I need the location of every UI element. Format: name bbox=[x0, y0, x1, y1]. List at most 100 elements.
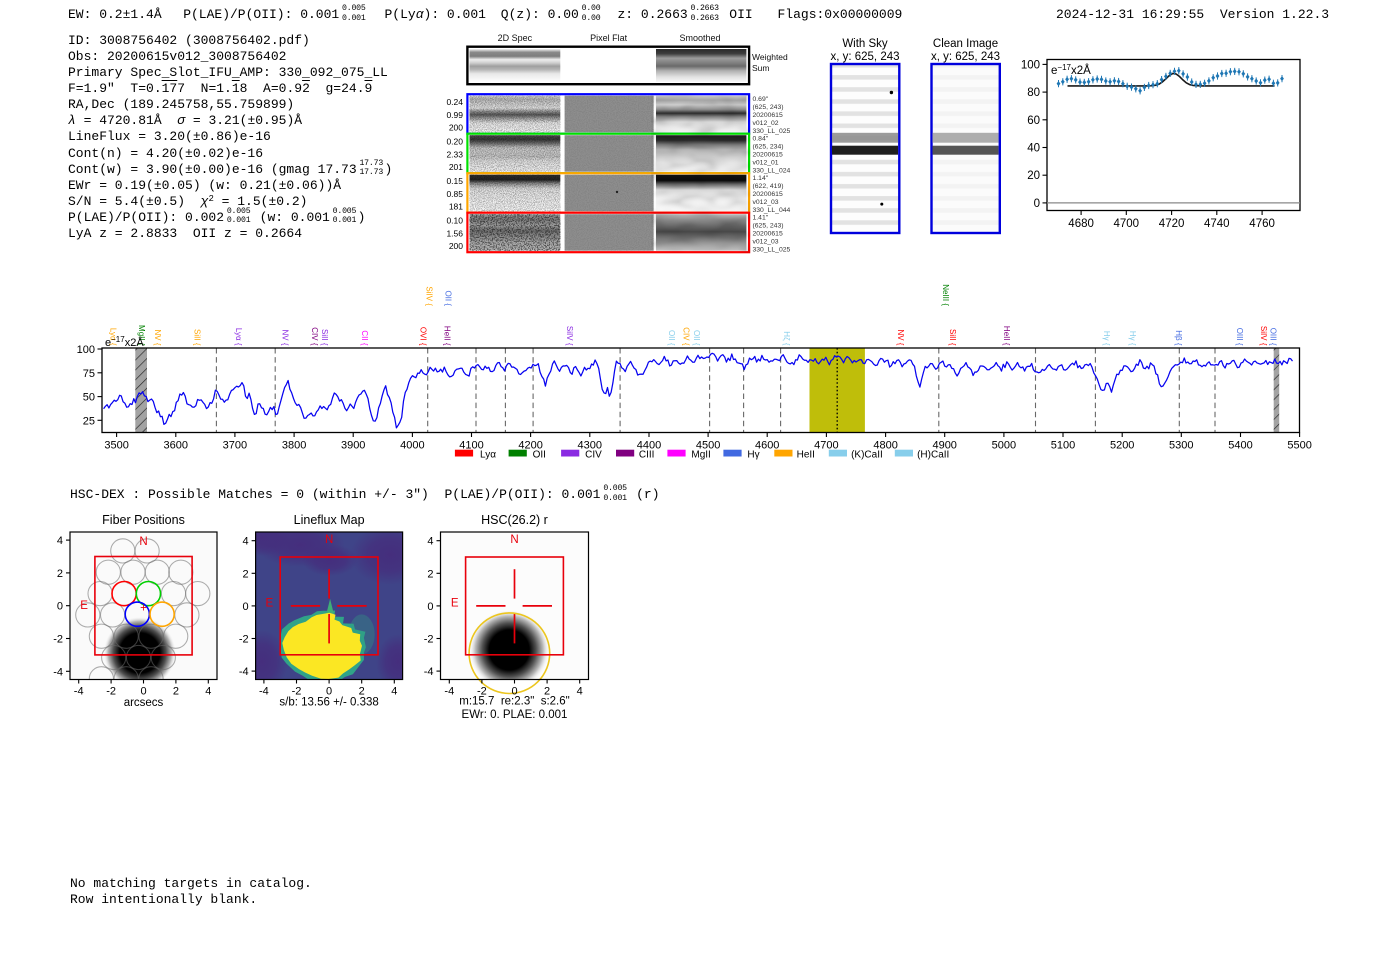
svg-text:HeII {: HeII { bbox=[1002, 326, 1011, 346]
svg-text:N: N bbox=[325, 534, 333, 546]
svg-text:-2: -2 bbox=[239, 634, 249, 646]
svg-text:e−17x2Å: e−17x2Å bbox=[105, 335, 144, 349]
svg-text:E: E bbox=[80, 600, 88, 612]
svg-text:4700: 4700 bbox=[1114, 218, 1140, 230]
svg-text:0.20: 0.20 bbox=[446, 137, 463, 147]
svg-text:OIII {: OIII { bbox=[1235, 328, 1244, 346]
svg-text:NeIII {: NeIII { bbox=[941, 284, 950, 306]
svg-text:HeII {: HeII { bbox=[443, 326, 452, 346]
svg-text:40: 40 bbox=[1027, 143, 1040, 155]
svg-text:5300: 5300 bbox=[1169, 440, 1193, 452]
svg-text:v012_02: v012_02 bbox=[753, 120, 779, 127]
svg-text:-2: -2 bbox=[106, 686, 116, 698]
svg-text:4740: 4740 bbox=[1204, 218, 1230, 230]
svg-text:Weighted: Weighted bbox=[752, 52, 788, 62]
svg-text:2: 2 bbox=[57, 568, 63, 580]
svg-text:25: 25 bbox=[83, 415, 95, 427]
svg-text:Hγ {: Hγ { bbox=[1102, 331, 1111, 346]
svg-text:4: 4 bbox=[391, 686, 397, 698]
svg-text:181: 181 bbox=[449, 202, 463, 212]
svg-text:0: 0 bbox=[242, 601, 248, 613]
svg-text:100: 100 bbox=[77, 344, 95, 356]
svg-text:4720: 4720 bbox=[1159, 218, 1185, 230]
svg-text:CIV {: CIV { bbox=[310, 327, 319, 346]
svg-text:+: + bbox=[140, 602, 147, 614]
svg-text:3500: 3500 bbox=[104, 440, 128, 452]
svg-text:5000: 5000 bbox=[992, 440, 1016, 452]
svg-text:-4: -4 bbox=[53, 666, 63, 678]
svg-text:2: 2 bbox=[242, 568, 248, 580]
svg-text:0.15: 0.15 bbox=[446, 176, 463, 186]
svg-text:3900: 3900 bbox=[341, 440, 365, 452]
svg-text:0: 0 bbox=[1034, 198, 1040, 210]
svg-text:SiIV {: SiIV { bbox=[425, 286, 434, 306]
svg-text:Hγ {: Hγ { bbox=[1128, 331, 1137, 346]
svg-text:20200615: 20200615 bbox=[753, 112, 783, 119]
svg-text:Hγ: Hγ bbox=[747, 450, 759, 461]
svg-text:arcsecs: arcsecs bbox=[124, 697, 164, 709]
svg-text:x, y: 625, 243: x, y: 625, 243 bbox=[830, 51, 899, 63]
svg-text:(625, 243): (625, 243) bbox=[753, 223, 784, 230]
svg-text:-4: -4 bbox=[239, 666, 249, 678]
svg-text:CIV: CIV bbox=[585, 450, 602, 461]
svg-text:20: 20 bbox=[1027, 170, 1040, 182]
svg-text:SiIV {: SiIV { bbox=[1259, 326, 1268, 346]
svg-text:1.41": 1.41" bbox=[753, 215, 769, 222]
svg-text:With Sky: With Sky bbox=[842, 38, 888, 50]
svg-text:OVI {: OVI { bbox=[419, 327, 428, 346]
svg-text:2: 2 bbox=[173, 686, 179, 698]
svg-text:HSC(26.2) r: HSC(26.2) r bbox=[481, 513, 548, 527]
svg-text:0.85: 0.85 bbox=[446, 189, 463, 199]
svg-text:20200615: 20200615 bbox=[753, 231, 783, 238]
svg-text:(K)CaII: (K)CaII bbox=[851, 450, 883, 461]
svg-text:4: 4 bbox=[205, 686, 211, 698]
svg-text:200: 200 bbox=[449, 123, 463, 133]
svg-text:330_LL_025: 330_LL_025 bbox=[753, 246, 791, 253]
svg-text:CII {: CII { bbox=[360, 330, 369, 345]
svg-text:4: 4 bbox=[577, 686, 583, 698]
svg-text:4: 4 bbox=[242, 536, 248, 548]
svg-text:4: 4 bbox=[57, 535, 63, 547]
svg-text:0.69": 0.69" bbox=[753, 96, 769, 103]
svg-text:OII: OII bbox=[533, 450, 546, 461]
svg-text:Pixel Flat: Pixel Flat bbox=[590, 33, 628, 43]
svg-text:SiII {: SiII { bbox=[320, 329, 329, 346]
svg-text:s/b: 13.56 +/- 0.338: s/b: 13.56 +/- 0.338 bbox=[279, 697, 378, 709]
svg-text:20200615: 20200615 bbox=[753, 152, 783, 159]
svg-text:v012_03: v012_03 bbox=[753, 238, 779, 245]
svg-text:SiIV {: SiIV { bbox=[565, 326, 574, 346]
svg-text:HeII: HeII bbox=[797, 450, 815, 461]
svg-text:-2: -2 bbox=[424, 634, 434, 646]
svg-text:2: 2 bbox=[427, 568, 433, 580]
svg-text:(625, 234): (625, 234) bbox=[753, 144, 784, 151]
svg-text:x, y: 625, 243: x, y: 625, 243 bbox=[931, 51, 1000, 63]
svg-text:4760: 4760 bbox=[1249, 218, 1275, 230]
svg-text:0.99: 0.99 bbox=[446, 110, 463, 120]
svg-text:201: 201 bbox=[449, 162, 463, 172]
svg-text:330_LL_044: 330_LL_044 bbox=[753, 207, 791, 214]
svg-text:80: 80 bbox=[1027, 87, 1040, 99]
svg-text:2D Spec: 2D Spec bbox=[498, 33, 533, 43]
svg-text:NV {: NV { bbox=[896, 329, 905, 345]
svg-text:N: N bbox=[510, 534, 518, 546]
svg-text:Lyα: Lyα bbox=[480, 450, 496, 461]
svg-text:v012_03: v012_03 bbox=[753, 199, 779, 206]
svg-text:5200: 5200 bbox=[1110, 440, 1134, 452]
svg-text:(625, 243): (625, 243) bbox=[753, 104, 784, 111]
svg-text:m:15.7 re:2.3" s:2.6": m:15.7 re:2.3" s:2.6" bbox=[459, 696, 569, 708]
svg-text:SiII {: SiII { bbox=[948, 329, 957, 346]
svg-text:60: 60 bbox=[1027, 115, 1040, 127]
svg-text:5400: 5400 bbox=[1228, 440, 1252, 452]
svg-text:330_LL_025: 330_LL_025 bbox=[753, 128, 791, 135]
svg-text:5500: 5500 bbox=[1287, 440, 1311, 452]
svg-text:CIII: CIII bbox=[639, 450, 655, 461]
svg-text:(622, 419): (622, 419) bbox=[753, 183, 784, 190]
svg-text:Clean Image: Clean Image bbox=[933, 38, 998, 50]
svg-text:E: E bbox=[451, 598, 459, 610]
svg-text:5100: 5100 bbox=[1051, 440, 1075, 452]
svg-text:20200615: 20200615 bbox=[753, 191, 783, 198]
svg-text:2.33: 2.33 bbox=[446, 149, 463, 159]
svg-text:NV {: NV { bbox=[153, 329, 162, 345]
svg-text:75: 75 bbox=[83, 368, 95, 380]
svg-text:-4: -4 bbox=[424, 666, 434, 678]
